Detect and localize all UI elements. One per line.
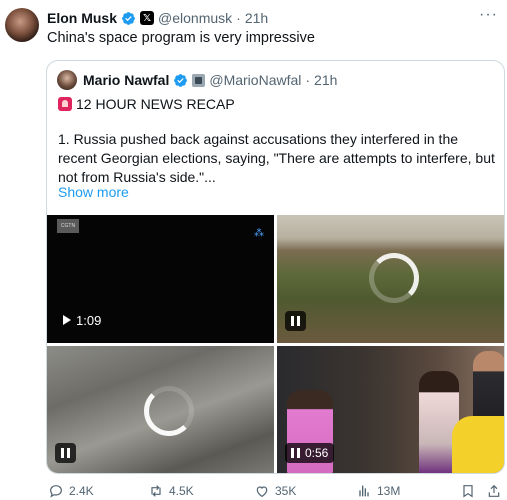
video-tile-3[interactable] (47, 346, 274, 473)
pause-icon[interactable] (291, 316, 300, 326)
bookmark-icon[interactable] (460, 483, 476, 499)
author-name[interactable]: Elon Musk (47, 10, 117, 26)
video-tile-2[interactable] (277, 215, 504, 343)
channel-logo-icon: ⁂ (254, 228, 264, 239)
loading-spinner-icon (144, 386, 194, 436)
dot-separator: · (236, 10, 241, 26)
quoted-author-name[interactable]: Mario Nawfal (83, 72, 169, 88)
verified-badge-icon[interactable] (121, 11, 136, 26)
like-button[interactable]: 35K (254, 483, 296, 499)
video-duration-badge[interactable]: 1:09 (57, 310, 107, 330)
affiliate-badge-icon[interactable] (192, 73, 206, 87)
video-frame-figure (452, 416, 504, 473)
quoted-headline-row: 12 HOUR NEWS RECAP (58, 96, 235, 112)
reply-button[interactable]: 2.4K (48, 483, 94, 499)
video-duration: 0:56 (305, 446, 329, 460)
verified-badge-icon[interactable] (173, 73, 188, 88)
quoted-tweet-time[interactable]: 21h (314, 72, 337, 88)
tweet-time[interactable]: 21h (245, 10, 268, 26)
quoted-body-text: 1. Russia pushed back against accusation… (58, 131, 495, 185)
more-icon[interactable]: ··· (479, 7, 497, 24)
show-more-link[interactable]: Show more (58, 184, 129, 200)
tweet-text: China's space program is very impressive (47, 30, 315, 46)
repost-button[interactable]: 4.5K (148, 483, 194, 499)
views-button[interactable]: 13M (356, 483, 400, 499)
video-duration-badge[interactable]: 0:56 (285, 443, 335, 463)
action-bar: 2.4K 4.5K 35K 13M (48, 483, 503, 500)
pause-icon[interactable] (291, 448, 300, 458)
cgtn-watermark: CGTN (57, 219, 79, 233)
author-handle[interactable]: @elonmusk (158, 10, 232, 26)
quoted-tweet[interactable]: Mario Nawfal @MarioNawfal · 21h 12 HOUR … (46, 60, 505, 474)
view-count: 13M (377, 484, 401, 498)
x-affiliate-icon[interactable]: 𝕏 (140, 11, 155, 25)
tweet-header: Elon Musk 𝕏 @elonmusk · 21h (47, 9, 268, 27)
media-grid: CGTN ⁂ 1:09 0:56 (47, 215, 504, 473)
author-avatar[interactable] (5, 8, 39, 42)
repost-count: 4.5K (169, 484, 194, 498)
video-tile-4[interactable]: 0:56 (277, 346, 504, 473)
share-icon[interactable] (486, 483, 502, 499)
video-duration: 1:09 (76, 312, 102, 328)
pause-button[interactable] (55, 443, 76, 463)
bookmark-button[interactable] (460, 483, 476, 499)
dot-separator: · (305, 72, 311, 88)
loading-spinner-icon (369, 253, 419, 303)
like-count: 35K (275, 484, 297, 498)
quoted-headline: 12 HOUR NEWS RECAP (76, 96, 235, 112)
quoted-author-avatar[interactable] (57, 70, 77, 90)
pause-icon[interactable] (61, 448, 70, 458)
quoted-author-handle[interactable]: @MarioNawfal (209, 72, 301, 88)
pause-button[interactable] (285, 311, 306, 331)
video-tile-1[interactable]: CGTN ⁂ 1:09 (47, 215, 274, 343)
share-button[interactable] (486, 483, 502, 499)
heart-icon[interactable] (254, 483, 270, 499)
repost-icon[interactable] (148, 483, 164, 499)
play-icon[interactable] (63, 315, 71, 325)
reply-count: 2.4K (69, 484, 94, 498)
views-chart-icon[interactable] (356, 483, 372, 499)
quoted-tweet-header: Mario Nawfal @MarioNawfal · 21h (83, 72, 337, 88)
reply-icon[interactable] (48, 483, 64, 499)
siren-emoji-icon (58, 97, 72, 111)
